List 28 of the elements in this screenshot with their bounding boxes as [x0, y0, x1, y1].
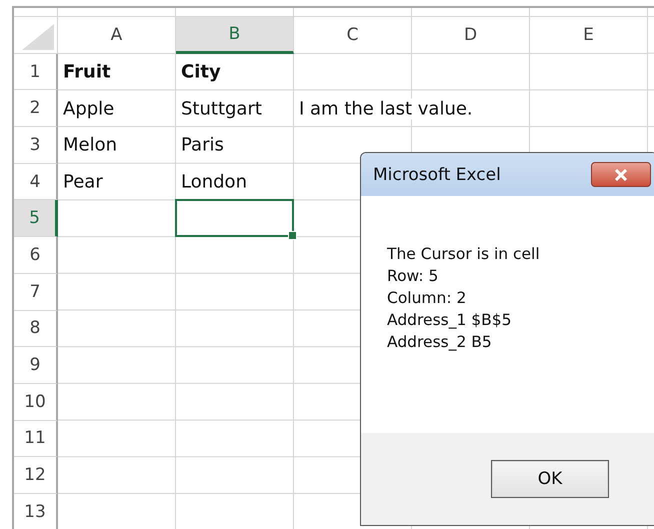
row-header[interactable]: 3 [14, 127, 58, 164]
row-header[interactable]: 5 [14, 200, 58, 238]
message-line: Address_2 B5 [387, 332, 493, 353]
row-header[interactable]: 10 [14, 384, 58, 421]
row-header[interactable]: 4 [14, 164, 58, 200]
column-header[interactable]: B [176, 17, 294, 54]
close-icon [614, 168, 628, 180]
message-line: Row: 5 [387, 266, 440, 287]
dialog-title: Microsoft Excel [373, 164, 501, 184]
active-cell[interactable] [175, 199, 294, 238]
fill-handle[interactable] [288, 231, 297, 240]
message-line: Address_1 $B$5 [387, 310, 512, 331]
row-header[interactable]: 11 [14, 420, 58, 458]
row-header[interactable]: 7 [14, 274, 58, 310]
cell-text: I am the last value. [299, 98, 473, 120]
row-header[interactable]: 1 [14, 54, 58, 90]
row-header[interactable]: 6 [14, 237, 58, 274]
row-header[interactable]: 2 [14, 90, 58, 128]
message-line: The Cursor is in cell [387, 244, 541, 265]
close-button[interactable] [591, 162, 651, 187]
cell-text: City [181, 62, 221, 83]
cell-text: Stuttgart [181, 98, 262, 120]
row-header[interactable]: 12 [14, 457, 58, 494]
row-header[interactable]: 9 [14, 347, 58, 384]
ok-button[interactable]: OK [491, 460, 609, 498]
message-line: Column: 2 [387, 288, 468, 309]
cell-text: Apple [63, 98, 114, 120]
row-header[interactable]: 8 [14, 310, 58, 348]
